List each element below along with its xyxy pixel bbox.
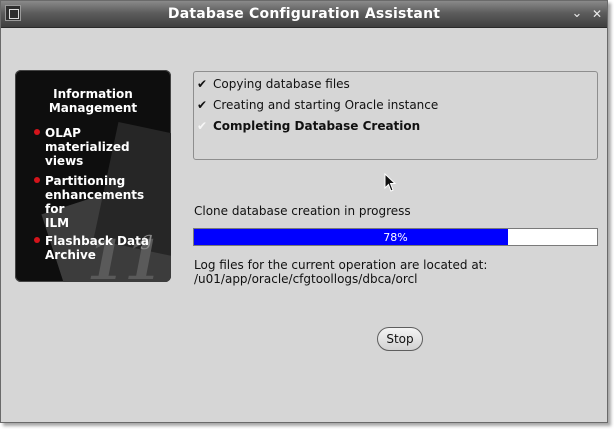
- feature-item-line: ILM: [45, 216, 70, 230]
- status-text: Clone database creation in progress: [194, 204, 411, 218]
- feature-item-line: OLAP materialized: [45, 126, 130, 154]
- checkmark-icon: ✔: [197, 119, 208, 133]
- oracle-11g-feature-panel: 11 g Information Management OLAP materia…: [15, 70, 171, 282]
- step-item: ✔ Copying database files: [197, 77, 350, 91]
- step-item: ✔ Creating and starting Oracle instance: [197, 98, 438, 112]
- steps-list: ✔ Copying database files ✔ Creating and st…: [193, 71, 598, 160]
- progress-bar: 78%: [193, 228, 598, 246]
- dbca-window: Database Configuration Assistant ⌄ ✕ 11 …: [0, 0, 608, 423]
- bullet-dot-icon: [34, 237, 40, 243]
- log-path-text: /u01/app/oracle/cfgtoollogs/dbca/orcl: [194, 272, 418, 286]
- checkmark-icon: ✔: [197, 77, 208, 91]
- close-icon[interactable]: ✕: [589, 6, 605, 22]
- side-panel-heading-line: Information: [53, 87, 133, 101]
- feature-item-line: enhancements for: [45, 188, 145, 216]
- checkmark-icon: ✔: [197, 98, 208, 112]
- feature-item-line: views: [45, 154, 84, 168]
- feature-item-line: Partitioning: [45, 174, 126, 188]
- side-panel-heading: Information Management: [15, 87, 171, 115]
- step-label: Copying database files: [213, 77, 350, 91]
- log-info-text: Log files for the current operation are …: [194, 258, 488, 272]
- bullet-dot-icon: [34, 177, 40, 183]
- bullet-dot-icon: [34, 129, 40, 135]
- window-title: Database Configuration Assistant: [167, 6, 441, 22]
- feature-item-line: Archive: [45, 248, 96, 262]
- title-bar[interactable]: Database Configuration Assistant ⌄ ✕: [1, 1, 607, 28]
- feature-item-partitioning: Partitioning enhancements for ILM: [34, 174, 167, 230]
- progress-percent-label: 78%: [383, 231, 408, 244]
- step-item-current: ✔ Completing Database Creation: [197, 119, 420, 133]
- feature-item-olap: OLAP materialized views: [34, 126, 167, 168]
- side-panel-heading-line: Management: [48, 101, 138, 115]
- minimize-icon[interactable]: ⌄: [569, 6, 585, 22]
- mouse-pointer-icon: [384, 173, 397, 192]
- stop-button[interactable]: Stop: [377, 327, 423, 351]
- step-label: Completing Database Creation: [213, 119, 421, 133]
- feature-item-line: Flashback Data: [45, 234, 149, 248]
- step-label: Creating and starting Oracle instance: [213, 98, 439, 112]
- feature-item-flashback: Flashback Data Archive: [34, 234, 167, 262]
